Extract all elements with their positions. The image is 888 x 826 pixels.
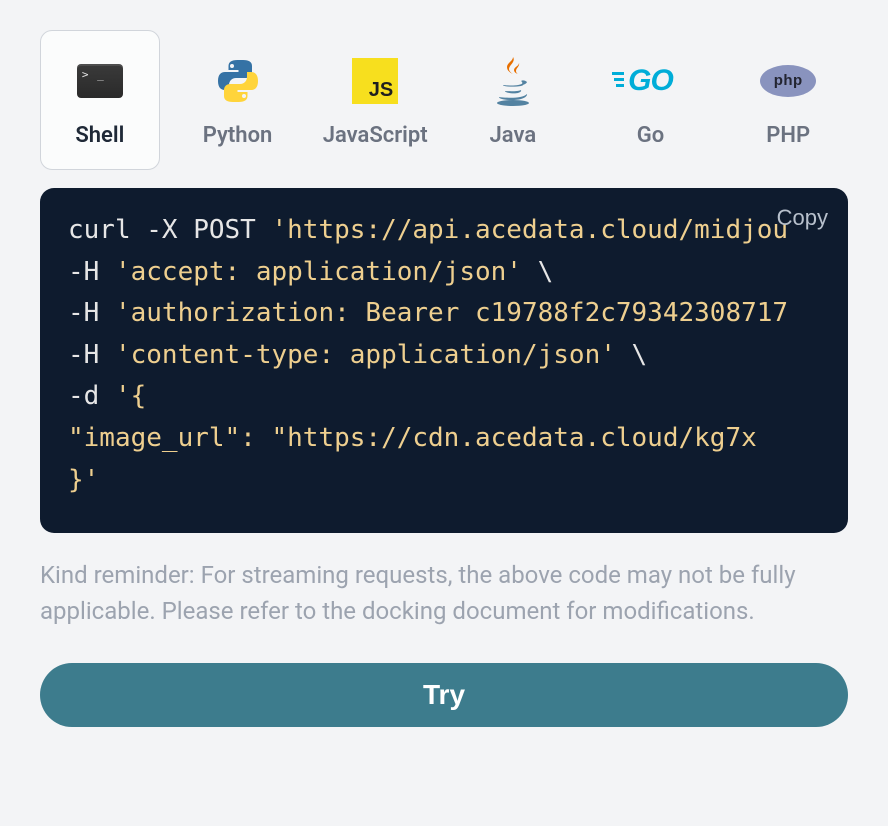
- tab-javascript[interactable]: JS JavaScript: [315, 30, 435, 170]
- tab-label: PHP: [766, 123, 810, 148]
- tab-label: Go: [637, 123, 664, 148]
- code-block: Copy curl -X POST 'https://api.acedata.c…: [40, 188, 848, 533]
- code-string: "image_url": "https://cdn.acedata.cloud/…: [68, 423, 757, 453]
- reminder-text: Kind reminder: For streaming requests, t…: [40, 557, 848, 629]
- tab-label: Shell: [75, 123, 124, 148]
- python-icon: [210, 53, 266, 109]
- code-text: -d: [68, 381, 115, 411]
- code-text: curl -X POST: [68, 215, 272, 245]
- code-text: -H: [68, 257, 115, 287]
- code-text: \: [616, 340, 647, 370]
- code-string: 'accept: application/json': [115, 257, 522, 287]
- try-button[interactable]: Try: [40, 663, 848, 727]
- go-icon: GO: [623, 53, 679, 109]
- code-string: }': [68, 465, 99, 495]
- java-icon: [485, 53, 541, 109]
- tab-shell[interactable]: Shell: [40, 30, 160, 170]
- code-string: 'authorization: Bearer c19788f2c79342308…: [115, 298, 788, 328]
- tab-php[interactable]: php PHP: [728, 30, 848, 170]
- tab-go[interactable]: GO Go: [591, 30, 711, 170]
- shell-icon: [72, 53, 128, 109]
- tab-java[interactable]: Java: [453, 30, 573, 170]
- tab-label: Java: [490, 123, 537, 148]
- copy-button[interactable]: Copy: [777, 200, 828, 235]
- code-string: '{: [115, 381, 146, 411]
- language-tabs: Shell Python JS JavaScript Java GO: [40, 30, 848, 170]
- code-text: -H: [68, 298, 115, 328]
- code-text: \: [522, 257, 553, 287]
- code-string: 'content-type: application/json': [115, 340, 616, 370]
- tab-label: Python: [203, 123, 273, 148]
- code-string: 'https://api.acedata.cloud/midjou: [272, 215, 789, 245]
- code-text: -H: [68, 340, 115, 370]
- tab-label: JavaScript: [323, 123, 428, 148]
- php-icon: php: [760, 53, 816, 109]
- javascript-icon: JS: [347, 53, 403, 109]
- tab-python[interactable]: Python: [178, 30, 298, 170]
